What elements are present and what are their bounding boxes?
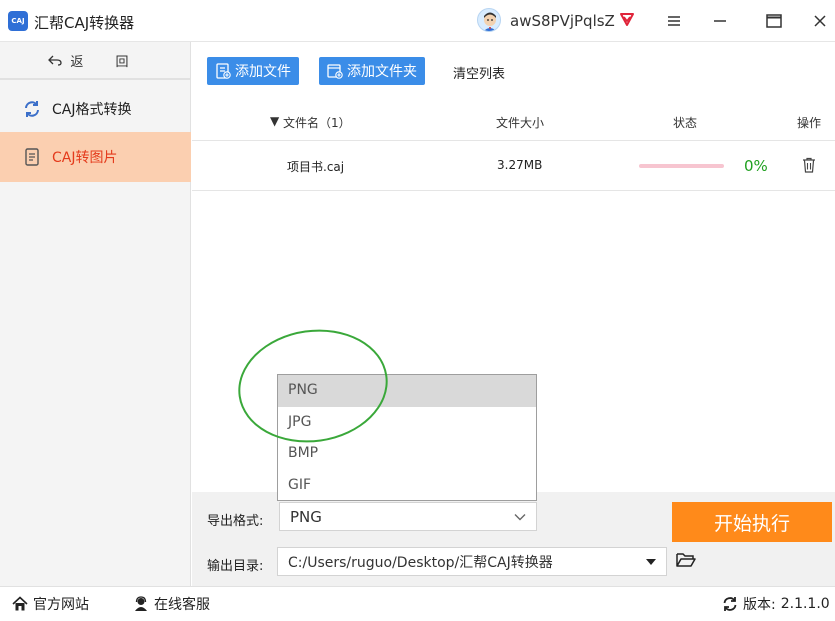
add-folder-button[interactable]: 添加文件夹 — [319, 57, 425, 85]
online-support-label: 在线客服 — [154, 597, 210, 613]
user-name[interactable]: awS8PVjPqlsZ — [510, 12, 615, 30]
table-row[interactable]: 项目书.caj 3.27MB 0% — [192, 141, 835, 191]
refresh-icon — [22, 99, 42, 119]
chevron-down-icon — [514, 503, 526, 530]
back-arrow-icon — [48, 55, 63, 66]
status-bar: 官方网站 在线客服 版本: 2.1.1.0 — [0, 586, 835, 621]
progress-percent: 0% — [744, 157, 768, 175]
format-option-gif[interactable]: GIF — [278, 470, 536, 502]
vip-icon[interactable] — [618, 10, 636, 28]
file-table-header: ▼ 文件名（1） 文件大小 状态 操作 — [192, 103, 835, 141]
official-website-link[interactable]: 官方网站 — [12, 594, 89, 614]
format-selected-value: PNG — [290, 507, 322, 526]
sidebar-item-caj-convert[interactable]: CAJ格式转换 — [0, 84, 191, 134]
official-website-label: 官方网站 — [33, 597, 89, 613]
add-folder-label: 添加文件夹 — [347, 64, 417, 80]
header-action: 操作 — [797, 116, 822, 130]
version-number: 2.1.1.0 — [780, 596, 830, 612]
format-option-png[interactable]: PNG — [278, 375, 536, 407]
sidebar-item-caj-to-image[interactable]: CAJ转图片 — [0, 132, 191, 182]
avatar[interactable] — [477, 8, 501, 32]
format-option-bmp[interactable]: BMP — [278, 438, 536, 470]
progress-bar — [639, 164, 724, 168]
refresh-icon — [723, 597, 737, 611]
version-label: 版本: — [743, 597, 776, 613]
clear-list-button[interactable]: 清空列表 — [453, 63, 505, 82]
sidebar-item-label: CAJ转图片 — [52, 150, 118, 166]
file-size: 3.27MB — [497, 158, 543, 172]
add-file-label: 添加文件 — [235, 64, 291, 80]
folder-icon[interactable] — [676, 551, 696, 569]
output-dir-label: 输出目录: — [207, 559, 264, 574]
sidebar: 返 回 CAJ格式转换 CAJ转图片 — [0, 42, 191, 586]
format-select[interactable]: PNG — [279, 502, 537, 531]
sidebar-item-label: CAJ格式转换 — [52, 102, 132, 118]
add-folder-icon — [327, 64, 343, 79]
add-file-icon — [216, 63, 231, 79]
document-icon — [22, 147, 42, 167]
format-option-jpg[interactable]: JPG — [278, 407, 536, 439]
back-label: 返 回 — [70, 54, 143, 70]
support-icon — [135, 596, 147, 611]
file-name: 项目书.caj — [287, 160, 345, 174]
header-status: 状态 — [673, 116, 698, 130]
format-dropdown-list: PNG JPG BMP GIF — [277, 374, 537, 501]
output-dir-path: C:/Users/ruguo/Desktop/汇帮CAJ转换器 — [288, 554, 553, 571]
minimize-icon[interactable] — [707, 8, 733, 34]
format-label: 导出格式: — [207, 514, 264, 529]
maximize-icon[interactable] — [761, 8, 787, 34]
online-support-link[interactable]: 在线客服 — [133, 594, 210, 614]
header-file-size: 文件大小 — [496, 116, 545, 130]
version-info[interactable]: 版本: 2.1.1.0 — [722, 594, 830, 614]
sort-arrow-icon[interactable]: ▼ — [270, 114, 279, 128]
back-button[interactable]: 返 回 — [0, 42, 191, 80]
add-file-button[interactable]: 添加文件 — [207, 57, 299, 85]
home-icon — [12, 596, 28, 611]
header-file-name[interactable]: 文件名（1） — [283, 114, 351, 131]
app-title: 汇帮CAJ转换器 — [34, 14, 135, 32]
menu-icon[interactable] — [661, 8, 687, 34]
title-bar: CAJ 汇帮CAJ转换器 awS8PVjPqlsZ — [0, 0, 835, 42]
output-dir-select[interactable]: C:/Users/ruguo/Desktop/汇帮CAJ转换器 — [277, 547, 667, 576]
close-icon[interactable] — [807, 8, 833, 34]
app-window: CAJ 汇帮CAJ转换器 awS8PVjPqlsZ 返 回 CAJ格式转换 CA… — [0, 0, 835, 621]
caret-down-icon — [646, 548, 656, 575]
delete-icon[interactable] — [802, 157, 816, 176]
app-logo-icon: CAJ — [8, 11, 28, 31]
start-button[interactable]: 开始执行 — [672, 502, 832, 542]
